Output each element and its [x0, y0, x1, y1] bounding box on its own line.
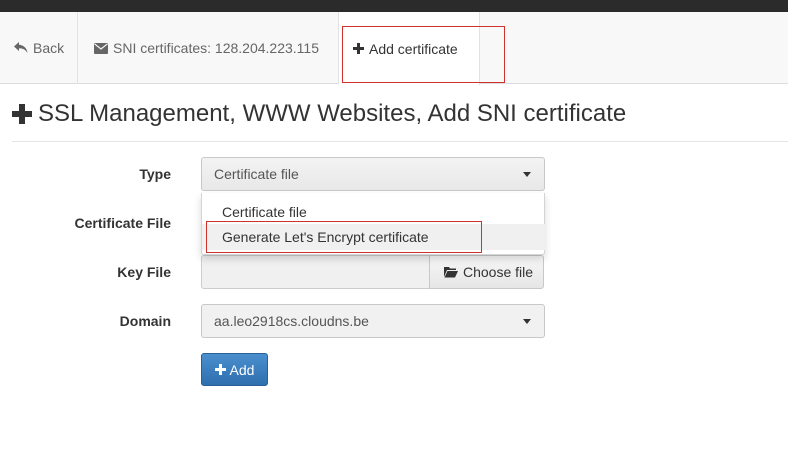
key-file-label: Key File: [117, 264, 171, 280]
type-option-certificate-file[interactable]: Certificate file: [202, 199, 545, 225]
add-button[interactable]: Add: [201, 353, 268, 386]
key-file-input[interactable]: [201, 255, 430, 289]
key-file-choose-button[interactable]: Choose file: [429, 255, 544, 289]
tab-back[interactable]: Back: [0, 12, 78, 84]
domain-select-value: aa.leo2918cs.cloudns.be: [214, 313, 369, 329]
type-option-lets-encrypt[interactable]: Generate Let's Encrypt certificate: [202, 224, 545, 250]
tab-bar: Back SNI certificates: 128.204.223.115 A…: [0, 12, 788, 85]
caret-down-icon: [523, 319, 531, 324]
envelope-icon: [94, 42, 108, 54]
type-dropdown-list: Certificate file Generate Let's Encrypt …: [201, 193, 545, 255]
certificate-file-label: Certificate File: [74, 215, 171, 231]
plus-icon: [353, 43, 364, 54]
page-title: SSL Management, WWW Websites, Add SNI ce…: [12, 100, 626, 128]
plus-icon: [12, 104, 32, 124]
caret-down-icon: [523, 172, 531, 177]
type-label: Type: [139, 166, 171, 182]
choose-file-label: Choose file: [463, 264, 534, 280]
reply-icon: [14, 42, 28, 54]
domain-label: Domain: [119, 313, 171, 329]
folder-open-icon: [444, 266, 458, 278]
tab-add-label: Add certificate: [369, 40, 458, 57]
tab-sni-certificates[interactable]: SNI certificates: 128.204.223.115: [78, 12, 339, 84]
domain-select[interactable]: aa.leo2918cs.cloudns.be: [201, 304, 545, 338]
type-select[interactable]: Certificate file: [201, 157, 545, 191]
tab-sni-label: SNI certificates: 128.204.223.115: [113, 40, 319, 56]
add-button-label: Add: [229, 361, 255, 378]
window-top-bar: [0, 0, 788, 12]
page-title-text: SSL Management, WWW Websites, Add SNI ce…: [38, 100, 627, 127]
type-select-value: Certificate file: [214, 166, 299, 182]
tab-back-label: Back: [33, 40, 65, 56]
title-divider: [12, 141, 788, 142]
tab-add-certificate[interactable]: Add certificate: [339, 12, 480, 85]
plus-icon: [214, 364, 226, 375]
